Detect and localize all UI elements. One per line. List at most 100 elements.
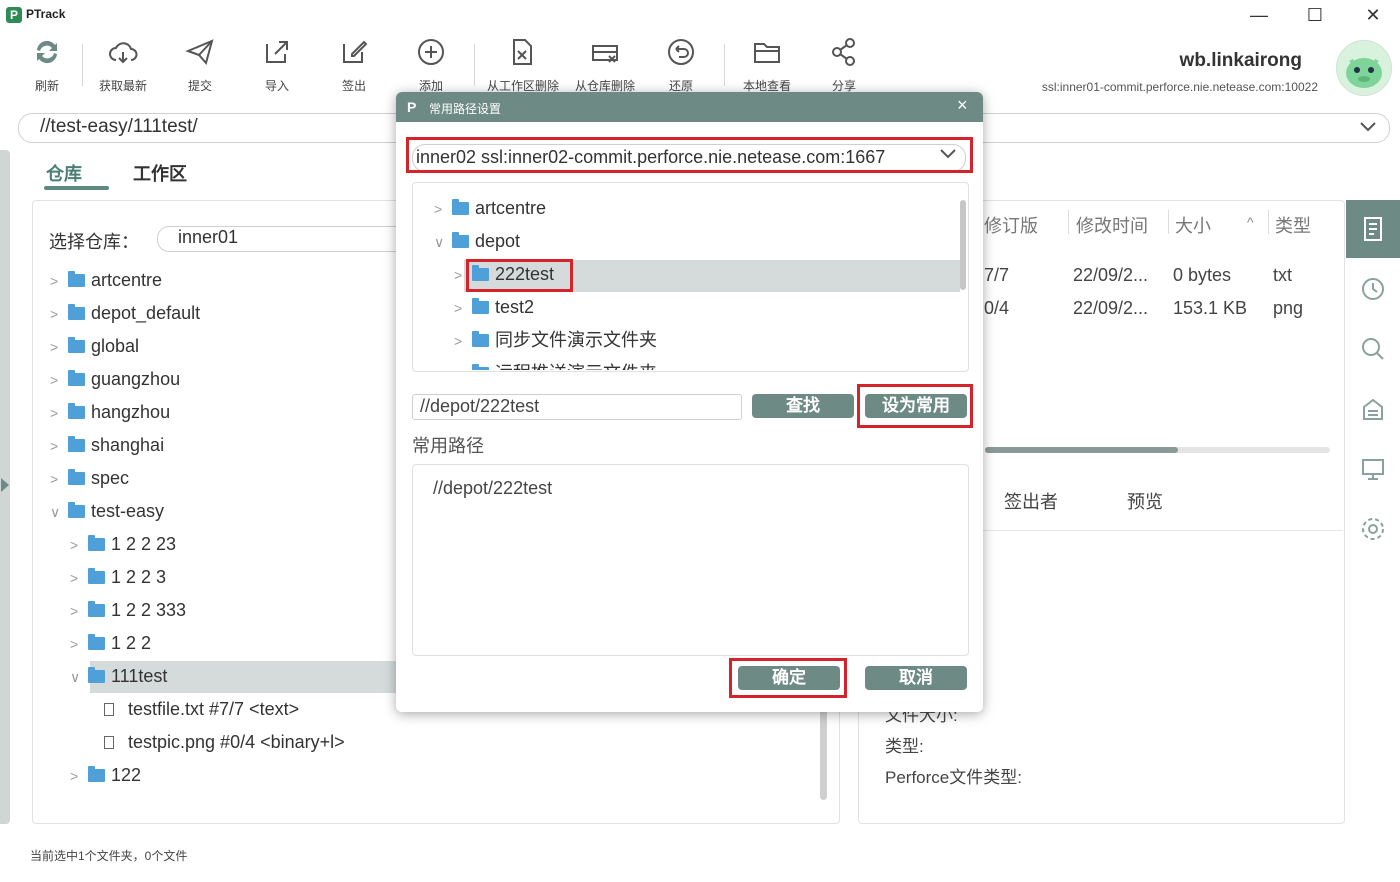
chevron-right-icon[interactable]: > [454,325,468,358]
tree-folder-row[interactable]: > artcentre [434,192,657,225]
chevron-right-icon[interactable]: > [50,331,64,364]
chevron-down-icon[interactable]: ∨ [70,661,84,694]
chevron-right-icon[interactable]: > [50,364,64,397]
chevron-right-icon[interactable]: > [50,463,64,496]
tree-item-label: test-easy [91,501,165,521]
toolbar-add-button[interactable]: 添加 [396,36,466,94]
tree-item-label: 1 2 2 333 [111,600,187,620]
history-icon[interactable] [1359,275,1387,303]
tab-preview[interactable]: 预览 [1127,488,1163,514]
document-icon[interactable] [1359,215,1387,243]
prop-perforce-type: Perforce文件类型: [885,768,1022,787]
repo-tree: > artcentre > depot_default > global > guangzho… [50,264,345,792]
find-button[interactable]: 查找 [752,394,854,418]
toolbar-separator [82,44,83,86]
dialog-title: 常用路径设置 [429,102,502,116]
chevron-right-icon[interactable]: > [434,193,448,226]
folder-icon [88,568,105,584]
tree-folder-row[interactable]: > test2 [434,291,657,324]
tree-folder-row[interactable]: > global [50,330,345,363]
tree-folder-row[interactable]: ∨ 111test [50,660,345,693]
stack-icon[interactable] [1359,395,1387,423]
tree-folder-row[interactable]: > 远程推送演示文件夹 [434,357,657,370]
tree-item-label: 1 2 2 [111,633,152,653]
tree-folder-row[interactable]: > shanghai [50,429,345,462]
tab-workspace[interactable]: 工作区 [133,160,187,186]
tree-file-row[interactable]: testpic.png #0/4 <binary+l> [50,726,345,759]
tree-folder-row[interactable]: ∨ depot [434,225,657,258]
tree-folder-row[interactable]: > hangzhou [50,396,345,429]
toolbar-remove-repo-button[interactable]: 从仓库删除 [570,36,640,94]
undo-icon [668,39,694,65]
chevron-right-icon[interactable]: > [50,397,64,430]
chevron-down-icon[interactable] [1358,119,1378,135]
tree-folder-row[interactable]: > artcentre [50,264,345,297]
tree-folder-row[interactable]: > guangzhou [50,363,345,396]
toolbar-checkout-button[interactable]: 签出 [319,36,389,94]
tree-file-row[interactable]: testfile.txt #7/7 <text> [50,693,345,726]
folder-icon [68,403,85,419]
tree-folder-row[interactable]: >1 2 2 333 [50,594,345,627]
folder-icon [68,502,85,518]
col-revision[interactable]: 修订版 [984,212,1038,238]
folder-icon [88,601,105,617]
chevron-right-icon[interactable]: > [454,358,468,370]
chevron-right-icon[interactable]: > [70,628,84,661]
chevron-down-icon[interactable]: ∨ [50,496,64,529]
chevron-right-icon[interactable]: > [70,595,84,628]
chevron-right-icon[interactable]: > [70,529,84,562]
tree-folder-row[interactable]: >122 [50,759,345,792]
chevron-right-icon[interactable]: > [50,265,64,298]
tree-folder-row[interactable]: >1 2 2 [50,627,345,660]
chevron-right-icon[interactable]: > [50,430,64,463]
gear-icon[interactable] [1359,515,1387,543]
toolbar-local-view-button[interactable]: 本地查看 [732,36,802,94]
horizontal-scrollbar-thumb[interactable] [985,447,1178,453]
toolbar-refresh-button[interactable]: 刷新 [12,36,82,94]
toolbar-remove-workspace-button[interactable]: 从工作区删除 [487,36,559,94]
tree-scrollbar[interactable] [960,200,966,290]
tree-folder-row[interactable]: > 同步文件演示文件夹 [434,324,657,357]
app-title: PTrack [26,7,66,21]
chevron-right-icon[interactable]: > [70,760,84,793]
chevron-right-icon[interactable]: > [70,562,84,595]
toolbar-share-button[interactable]: 分享 [809,36,879,94]
cell-revision: 0/4 [984,298,1010,318]
tree-folder-row[interactable]: > depot_default [50,297,345,330]
toolbar-revert-button[interactable]: 还原 [646,36,716,94]
tree-item-label: 1 2 2 3 [111,567,167,587]
maximize-button[interactable]: ☐ [1292,0,1338,30]
chevron-right-icon[interactable]: > [50,298,64,331]
tree-folder-row[interactable]: ∨ test-easy [50,495,345,528]
minimize-button[interactable]: — [1236,0,1282,30]
col-modified[interactable]: 修改时间 [1076,212,1148,238]
col-type[interactable]: 类型 [1275,212,1311,238]
tab-repo[interactable]: 仓库 [46,160,82,186]
tab-checkout-by[interactable]: 签出者 [1004,488,1058,514]
tree-folder-row[interactable]: > spec [50,462,345,495]
col-separator [1168,210,1169,234]
search-icon[interactable] [1359,335,1387,363]
avatar[interactable] [1336,40,1392,96]
toolbar-import-button[interactable]: 导入 [242,36,312,94]
toolbar-get-latest-button[interactable]: 获取最新 [88,36,158,94]
col-size[interactable]: 大小 [1175,212,1211,238]
chevron-right-icon[interactable]: > [454,292,468,325]
dialog-close-button[interactable]: × [957,95,968,116]
close-window-button[interactable]: ✕ [1350,0,1396,30]
share-icon [832,38,855,66]
cancel-button[interactable]: 取消 [865,666,967,690]
title-bar: P PTrack — ☐ ✕ [0,0,1400,30]
folder-icon [472,298,489,314]
monitor-icon[interactable] [1359,455,1387,483]
sort-up-icon[interactable]: ^ [1247,214,1254,230]
common-path-item[interactable]: //depot/222test [433,478,552,499]
path-input-value: //depot/222test [420,396,540,416]
toolbar-submit-button[interactable]: 提交 [165,36,235,94]
tree-folder-row[interactable]: >1 2 2 3 [50,561,345,594]
expand-arrow-icon[interactable] [1,478,9,492]
folder-icon [472,331,489,347]
tree-folder-row[interactable]: >1 2 2 23 [50,528,345,561]
tree-item-label: test2 [495,297,535,317]
chevron-down-icon[interactable]: ∨ [434,226,448,259]
